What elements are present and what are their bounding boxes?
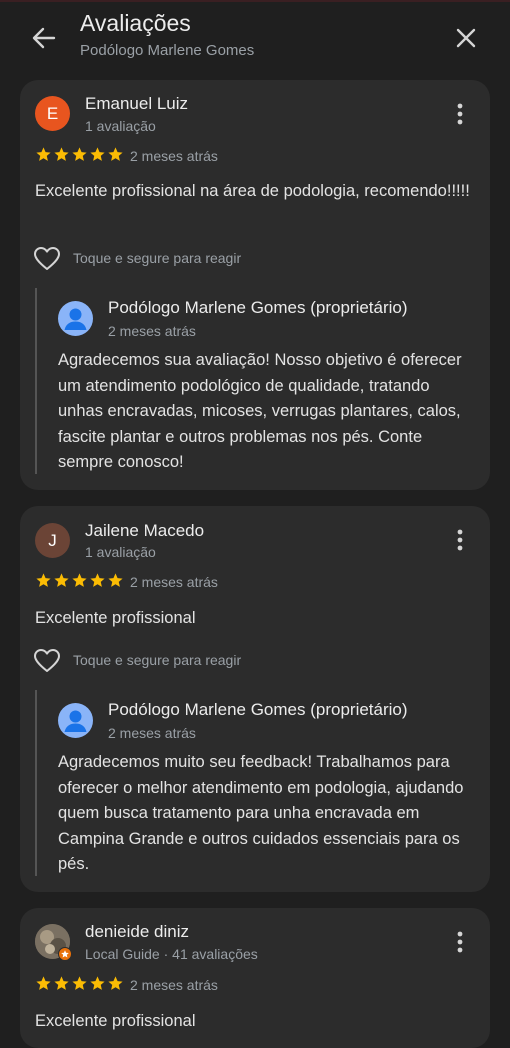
heart-icon bbox=[34, 247, 60, 270]
close-icon bbox=[456, 28, 476, 48]
reviewer-meta: 1 avaliação bbox=[85, 544, 156, 560]
star-rating bbox=[35, 572, 124, 590]
page-title: Avaliações bbox=[80, 10, 191, 36]
star-icon bbox=[54, 976, 69, 990]
star-icon bbox=[108, 573, 123, 587]
reply-divider bbox=[35, 690, 37, 876]
owner-avatar[interactable] bbox=[58, 703, 93, 738]
arrow-left-icon bbox=[32, 27, 56, 49]
review-text: Excelente profissional bbox=[35, 609, 196, 627]
owner-reply-date: 2 meses atrás bbox=[108, 323, 196, 339]
owner-name: Podólogo Marlene Gomes (proprietário) bbox=[108, 298, 408, 317]
star-icon bbox=[72, 976, 87, 990]
more-vert-icon bbox=[457, 103, 463, 125]
review-date: 2 meses atrás bbox=[130, 148, 218, 164]
star-icon bbox=[72, 573, 87, 587]
local-guide-badge-icon bbox=[58, 947, 72, 961]
reviewer-meta: 1 avaliação bbox=[85, 118, 156, 134]
review-text: Excelente profissional na área de podolo… bbox=[35, 182, 470, 200]
owner-reply-text: Agradecemos sua avaliação! Nosso objetiv… bbox=[58, 351, 462, 471]
owner-name: Podólogo Marlene Gomes (proprietário) bbox=[108, 700, 408, 719]
star-icon bbox=[90, 147, 105, 161]
review-card: denieide diniz Local Guide · 41 avaliaçõ… bbox=[20, 908, 490, 1048]
review-card: J Jailene Macedo 1 avaliação 2 meses atr… bbox=[20, 506, 490, 892]
header: Avaliações Podólogo Marlene Gomes bbox=[0, 0, 510, 72]
star-icon bbox=[36, 147, 51, 161]
star-icon bbox=[108, 147, 123, 161]
back-button[interactable] bbox=[26, 20, 62, 56]
more-options-button[interactable] bbox=[450, 100, 470, 130]
review-date: 2 meses atrás bbox=[130, 574, 218, 590]
review-card: E Emanuel Luiz 1 avaliação 2 meses atrás… bbox=[20, 80, 490, 490]
more-options-button[interactable] bbox=[450, 928, 470, 958]
page-subtitle: Podólogo Marlene Gomes bbox=[80, 42, 255, 59]
more-vert-icon bbox=[457, 931, 463, 953]
react-button[interactable]: Toque e segure para reagir bbox=[33, 648, 273, 674]
reviewer-name[interactable]: Jailene Macedo bbox=[85, 521, 204, 541]
review-date: 2 meses atrás bbox=[130, 977, 218, 993]
star-icon bbox=[54, 573, 69, 587]
person-icon bbox=[58, 301, 93, 336]
react-label: Toque e segure para reagir bbox=[73, 250, 242, 266]
star-icon bbox=[108, 976, 123, 990]
owner-avatar[interactable] bbox=[58, 301, 93, 336]
star-icon bbox=[36, 976, 51, 990]
review-text: Excelente profissional bbox=[35, 1012, 196, 1030]
more-vert-icon bbox=[457, 529, 463, 551]
reviewer-name[interactable]: Emanuel Luiz bbox=[85, 94, 188, 114]
avatar[interactable]: E bbox=[35, 96, 70, 131]
reply-divider bbox=[35, 288, 37, 474]
person-icon bbox=[58, 703, 93, 738]
star-icon bbox=[36, 573, 51, 587]
avatar[interactable] bbox=[35, 924, 72, 961]
star-icon bbox=[90, 573, 105, 587]
star-icon bbox=[90, 976, 105, 990]
star-rating bbox=[35, 146, 124, 164]
owner-reply-date: 2 meses atrás bbox=[108, 725, 196, 741]
star-icon bbox=[72, 147, 87, 161]
react-button[interactable]: Toque e segure para reagir bbox=[33, 246, 273, 272]
more-options-button[interactable] bbox=[450, 526, 470, 556]
star-icon bbox=[54, 147, 69, 161]
reviewer-name[interactable]: denieide diniz bbox=[85, 922, 189, 942]
close-button[interactable] bbox=[448, 20, 484, 56]
reviewer-meta: Local Guide · 41 avaliações bbox=[85, 946, 258, 962]
react-label: Toque e segure para reagir bbox=[73, 652, 242, 668]
star-rating bbox=[35, 975, 124, 993]
owner-reply-text: Agradecemos muito seu feedback! Trabalha… bbox=[58, 753, 464, 873]
avatar[interactable]: J bbox=[35, 523, 70, 558]
heart-icon bbox=[34, 649, 60, 672]
